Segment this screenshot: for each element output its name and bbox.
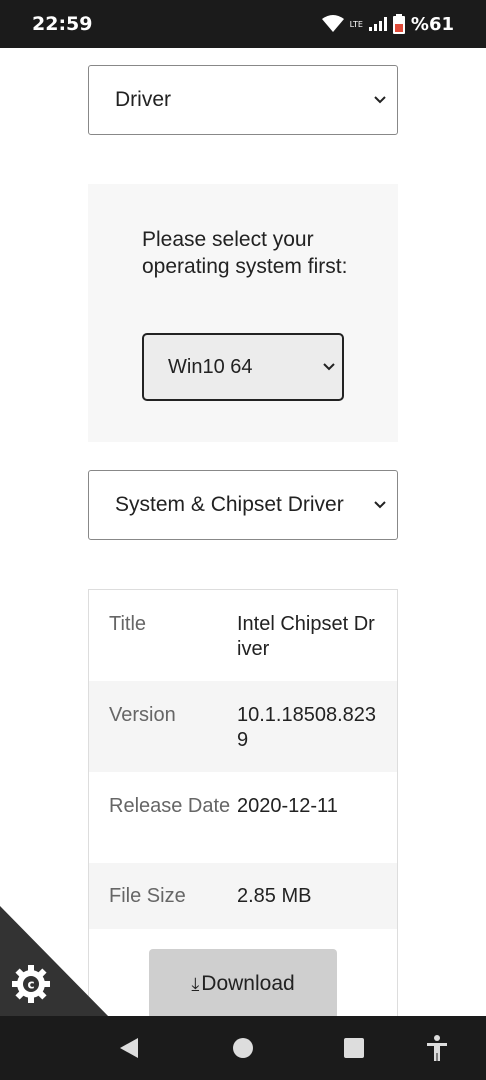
detail-key: Release Date — [109, 795, 231, 817]
chevron-down-icon — [323, 363, 335, 371]
category-select-value: System & Chipset Driver — [115, 493, 344, 516]
cookie-settings-button[interactable]: c — [0, 906, 110, 1018]
accessibility-icon[interactable] — [425, 1034, 449, 1062]
signal-icon — [368, 17, 387, 31]
detail-key: Version — [109, 704, 176, 726]
status-bar: 22:59 LTE %61 — [0, 0, 486, 48]
detail-value: 2020-12-11 — [237, 795, 338, 817]
recents-icon[interactable] — [343, 1037, 365, 1059]
download-button[interactable]: ⤓ Download — [149, 949, 337, 1018]
status-time: 22:59 — [32, 13, 93, 35]
navigation-bar — [0, 1016, 486, 1080]
detail-value: 10.1.18508.8239 — [237, 704, 377, 751]
detail-row-file-size: File Size 2.85 MB — [89, 863, 397, 929]
home-icon[interactable] — [232, 1037, 254, 1059]
battery-level: %61 — [410, 13, 454, 35]
os-select[interactable]: Win10 64 — [142, 333, 344, 401]
detail-row-release-date: Release Date 2020-12-11 — [89, 772, 397, 863]
category-select[interactable]: System & Chipset Driver — [88, 470, 398, 540]
detail-value: Intel Chipset Driver — [237, 613, 375, 660]
detail-key: File Size — [109, 885, 186, 907]
battery-icon — [392, 14, 405, 34]
cookie-settings-icon: c — [12, 965, 50, 1003]
driver-type-value: Driver — [115, 88, 171, 111]
network-type: LTE — [349, 19, 363, 29]
download-icon: ⤓ — [191, 973, 200, 994]
detail-row-version: Version 10.1.18508.8239 — [89, 681, 397, 772]
status-icons: LTE %61 — [321, 13, 454, 35]
back-icon[interactable] — [118, 1036, 140, 1060]
svg-text:c: c — [27, 978, 34, 992]
detail-key: Title — [109, 613, 147, 635]
os-panel: Please select your operating system firs… — [88, 184, 398, 442]
download-label: Download — [201, 972, 295, 995]
detail-value: 2.85 MB — [237, 885, 312, 907]
chevron-down-icon — [374, 96, 386, 104]
chevron-down-icon — [374, 501, 386, 509]
detail-row-title: Title Intel Chipset Driver — [89, 590, 397, 681]
os-select-value: Win10 64 — [168, 355, 253, 378]
os-instruction: Please select your operating system firs… — [142, 228, 348, 278]
wifi-icon — [321, 15, 344, 32]
driver-type-select[interactable]: Driver — [88, 65, 398, 135]
driver-details: Title Intel Chipset Driver Version 10.1.… — [88, 589, 398, 1019]
